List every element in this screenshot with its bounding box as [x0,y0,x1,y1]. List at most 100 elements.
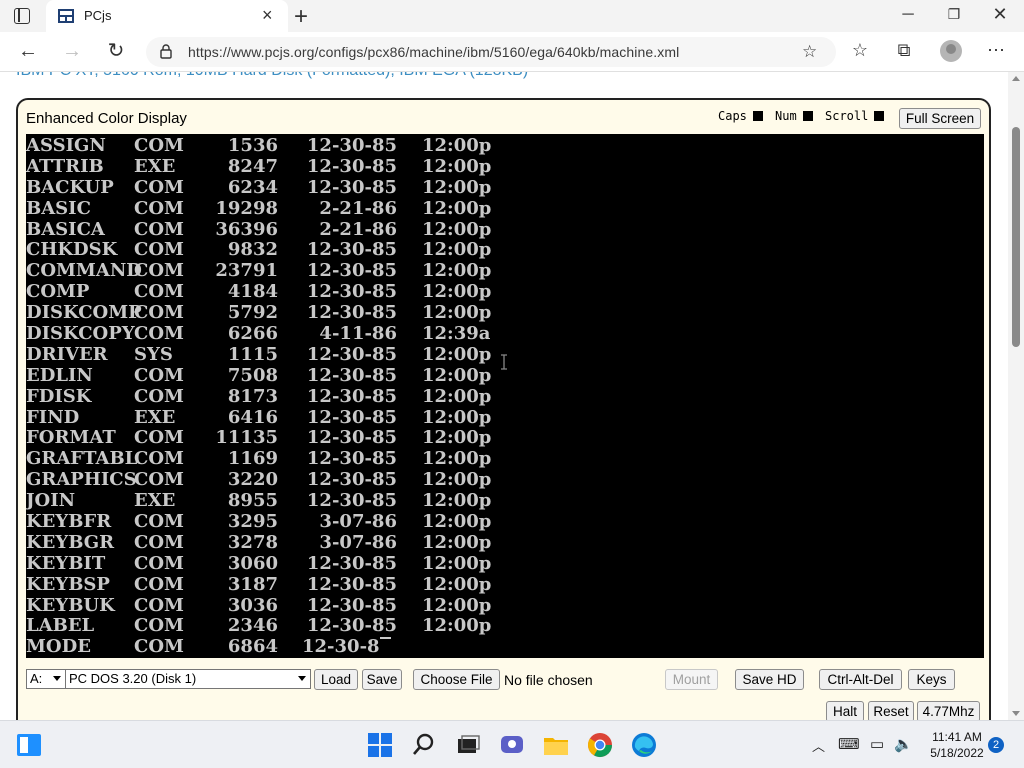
profile-avatar[interactable] [940,40,962,62]
listing-date: 12-30-85 [306,469,397,491]
listing-date: 12-30-85 [306,155,397,177]
listing-ext: SYS [134,343,173,365]
keyboard-icon[interactable]: ⌨ [838,735,860,753]
listing-date: 12-30-85 [306,594,397,616]
navigation-bar: ← → ↻ https://www.pcjs.org/configs/pcx86… [0,32,1024,72]
listing-date: 12-30-85 [306,260,397,282]
listing-date: 12-30-85 [306,302,397,324]
listing-date: 2-21-86 [319,197,397,219]
back-icon[interactable]: ← [16,40,40,62]
drive-select[interactable]: A: [26,669,66,689]
listing-size: 6416 [227,406,278,428]
listing-name: KEYBSP [26,573,110,595]
task-view-icon[interactable] [454,731,482,759]
listing-time: 12:00p [422,406,492,428]
load-button[interactable]: Load [314,669,358,690]
listing-name: GRAFTABL [26,448,138,470]
new-tab-icon[interactable]: + [294,3,308,31]
restore-icon[interactable]: ❐ [944,6,964,23]
listing-time: 12:00p [422,448,492,470]
listing-time: 12:00p [422,364,492,386]
listing-size: 3036 [227,594,278,616]
listing-ext: COM [134,239,184,261]
emulator-screen[interactable]: ASSIGN COM 1536 12-30-85 12:00p ATTRIB EXE 8247… [26,134,984,658]
listing-size: 3187 [227,573,278,595]
notification-badge[interactable]: 2 [988,737,1004,753]
lock-icon [160,44,172,59]
listing-date: 12-30-85 [306,385,397,407]
volume-icon[interactable]: 🔈 [894,735,913,753]
more-menu-icon[interactable]: ⋯ [984,40,1008,61]
listing-time: 12:00p [422,594,492,616]
listing-date: 2-21-86 [319,218,397,240]
scrollbar-thumb[interactable] [1012,127,1020,347]
browser-tab[interactable]: PCjs × [46,0,288,32]
halt-button[interactable]: Halt [826,701,864,720]
scroll-down-icon[interactable] [1012,711,1020,716]
listing-time: 12:00p [422,511,492,533]
speed-button[interactable]: 4.77Mhz [917,701,980,720]
add-favorite-icon[interactable]: ☆ [802,42,817,62]
listing-size: 8955 [227,490,278,512]
machine-description-link[interactable]: IBM PC XT, 5160 Rom, 10MB Hard Disk (For… [16,72,528,80]
listing-name: CHKDSK [26,239,118,261]
favorites-icon[interactable]: ☆ [848,40,872,61]
widgets-icon[interactable] [16,733,42,757]
pcjs-favicon-icon [58,9,74,23]
full-screen-button[interactable]: Full Screen [899,108,981,129]
collections-icon[interactable]: ⧉ [892,40,916,61]
edge-icon[interactable] [630,731,658,759]
ctrl-alt-del-button[interactable]: Ctrl-Alt-Del [819,669,902,690]
clock-date: 5/18/2022 [930,746,984,760]
save-hd-button[interactable]: Save HD [735,669,804,690]
listing-ext: COM [134,302,184,324]
system-clock[interactable]: 11:41 AM 5/18/2022 [922,729,992,761]
listing-size: 7508 [227,364,278,386]
listing-time: 12:00p [422,427,492,449]
listing-size: 4184 [227,281,278,303]
text-cursor-icon [501,354,507,370]
disk-select[interactable]: PC DOS 3.20 (Disk 1) [65,669,311,689]
tab-close-icon[interactable]: × [262,6,273,24]
start-icon[interactable] [366,731,394,759]
chrome-icon[interactable] [586,731,614,759]
listing-date: 12-30-85 [306,427,397,449]
listing-ext: COM [134,636,184,658]
network-icon[interactable]: ▭ [870,735,884,753]
close-window-icon[interactable]: ✕ [990,4,1010,25]
listing-time: 12:00p [422,281,492,303]
refresh-icon[interactable]: ↻ [104,40,128,62]
listing-name: ASSIGN [26,135,106,156]
listing-name: COMP [26,281,90,303]
listing-time: 12:00p [422,176,492,198]
chat-icon[interactable] [498,731,526,759]
listing-time: 12:00p [422,385,492,407]
url-text[interactable]: https://www.pcjs.org/configs/pcx86/machi… [188,44,679,60]
listing-name: DRIVER [26,343,108,365]
listing-date: 3-07-86 [319,511,397,533]
listing-size: 8247 [227,155,278,177]
address-bar[interactable]: https://www.pcjs.org/configs/pcx86/machi… [146,37,836,67]
choose-file-button[interactable]: Choose File [413,669,500,690]
listing-date: 12-30-8 [302,636,405,658]
reset-button[interactable]: Reset [868,701,914,720]
listing-date: 12-30-85 [306,343,397,365]
chevron-up-icon[interactable]: ︿ [812,736,825,755]
listing-time: 12:00p [422,615,492,637]
minimize-icon[interactable]: ─ [898,6,918,24]
listing-ext: EXE [134,490,176,512]
search-icon[interactable] [410,731,438,759]
file-explorer-icon[interactable] [542,731,570,759]
listing-name: JOIN [26,490,76,512]
listing-size: 3278 [227,531,278,553]
save-button[interactable]: Save [362,669,402,690]
listing-date: 12-30-85 [306,490,397,512]
page-scrollbar[interactable] [1008,72,1024,720]
listing-ext: COM [134,176,184,198]
listing-ext: EXE [134,155,176,177]
scroll-up-icon[interactable] [1012,76,1020,81]
keys-button[interactable]: Keys [908,669,955,690]
tab-actions-icon[interactable] [14,8,30,24]
listing-size: 9832 [227,239,278,261]
listing-name: COMMAND [26,260,142,282]
